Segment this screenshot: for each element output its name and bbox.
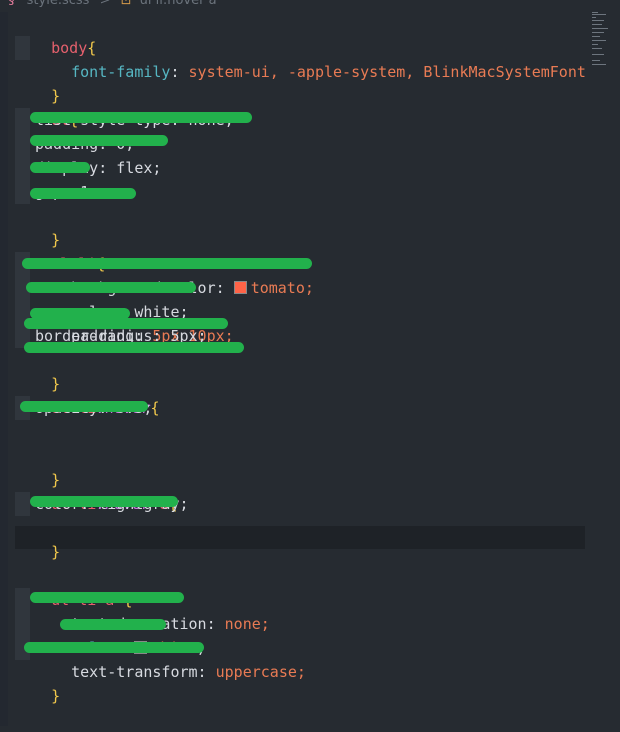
breadcrumb-symbol[interactable]: ul li:hover a [140, 0, 217, 8]
redaction-mark [26, 282, 196, 293]
code-line: } [15, 516, 60, 561]
property: font-family [71, 63, 171, 81]
code-line: ul li:hover a{ [15, 468, 177, 513]
redaction-mark [60, 619, 166, 630]
color-swatch-tomato[interactable] [233, 281, 247, 294]
code-line: body{ [15, 12, 96, 57]
minimap[interactable] [592, 10, 618, 70]
breadcrumb: § style.scss > ⊡ ul li:hover a [0, 0, 620, 12]
code-line: ul li:hover{ [15, 372, 159, 417]
redaction-mark [30, 592, 184, 603]
breadcrumb-separator: > [99, 0, 111, 8]
breadcrumb-file[interactable]: style.scss [27, 0, 90, 8]
code-line: font-family: system-ui, -apple-system, B… [71, 63, 586, 81]
code-line: } [15, 60, 60, 105]
redaction-mark [24, 342, 244, 353]
brace: } [51, 543, 61, 561]
redaction-mark [20, 401, 148, 412]
current-line-highlight [15, 526, 585, 549]
code-line: ul li{ [15, 228, 105, 273]
redaction-mark [30, 188, 136, 199]
brace: } [51, 687, 61, 705]
code-line: } [15, 660, 60, 705]
redaction-mark [30, 162, 90, 173]
redaction-mark [30, 135, 168, 146]
code-editor[interactable]: body{ font-family: system-ui, -apple-sys… [0, 12, 620, 726]
redaction-mark [24, 642, 204, 653]
redaction-mark [22, 258, 312, 269]
css-rule-icon: ⊡ [120, 0, 132, 8]
code-line: } [15, 444, 60, 489]
scss-file-icon: § [8, 0, 15, 8]
value: system-ui, -apple-system, BlinkMacSystem… [188, 63, 586, 81]
redaction-mark [30, 496, 178, 507]
code-line: } [15, 204, 60, 249]
code-line: ul li a { [15, 564, 132, 609]
redaction-mark [30, 112, 252, 123]
redaction-mark [24, 318, 228, 329]
code-line: ul{ [15, 84, 78, 129]
